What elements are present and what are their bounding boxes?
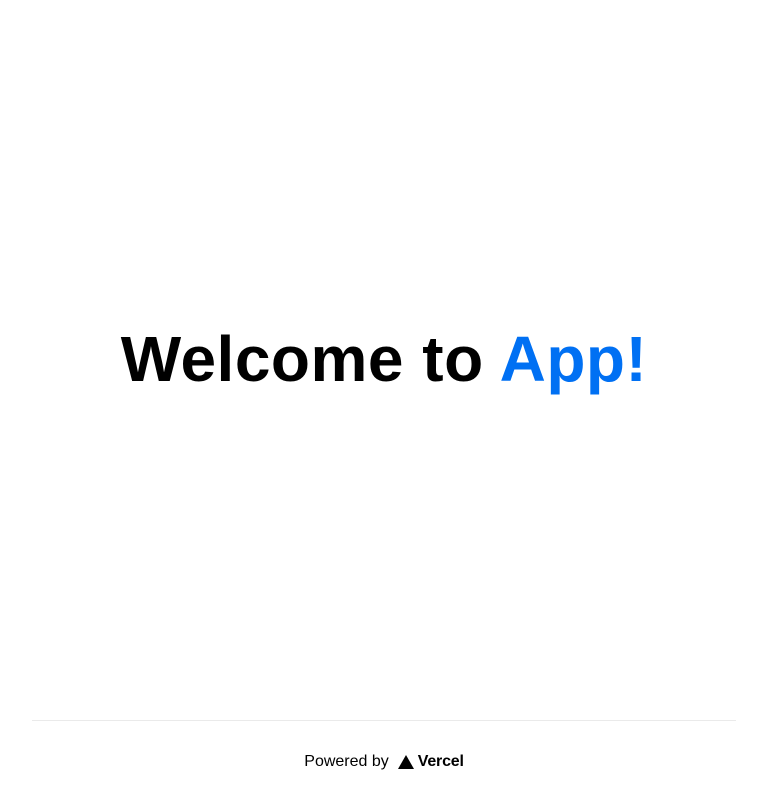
page: Welcome to App! Powered by Vercel — [0, 0, 768, 803]
vercel-logo: Vercel — [397, 753, 464, 771]
title-prefix: Welcome to — [120, 323, 484, 396]
vercel-wordmark: Vercel — [417, 753, 464, 770]
title-accent-link[interactable]: App! — [500, 323, 648, 395]
footer: Powered by Vercel — [32, 720, 736, 803]
vercel-triangle-icon — [397, 755, 414, 769]
page-title: Welcome to App! — [121, 323, 648, 397]
main-content: Welcome to App! — [0, 0, 768, 720]
powered-by-vercel-link[interactable]: Powered by Vercel — [304, 753, 464, 771]
powered-by-label: Powered by — [304, 753, 389, 770]
